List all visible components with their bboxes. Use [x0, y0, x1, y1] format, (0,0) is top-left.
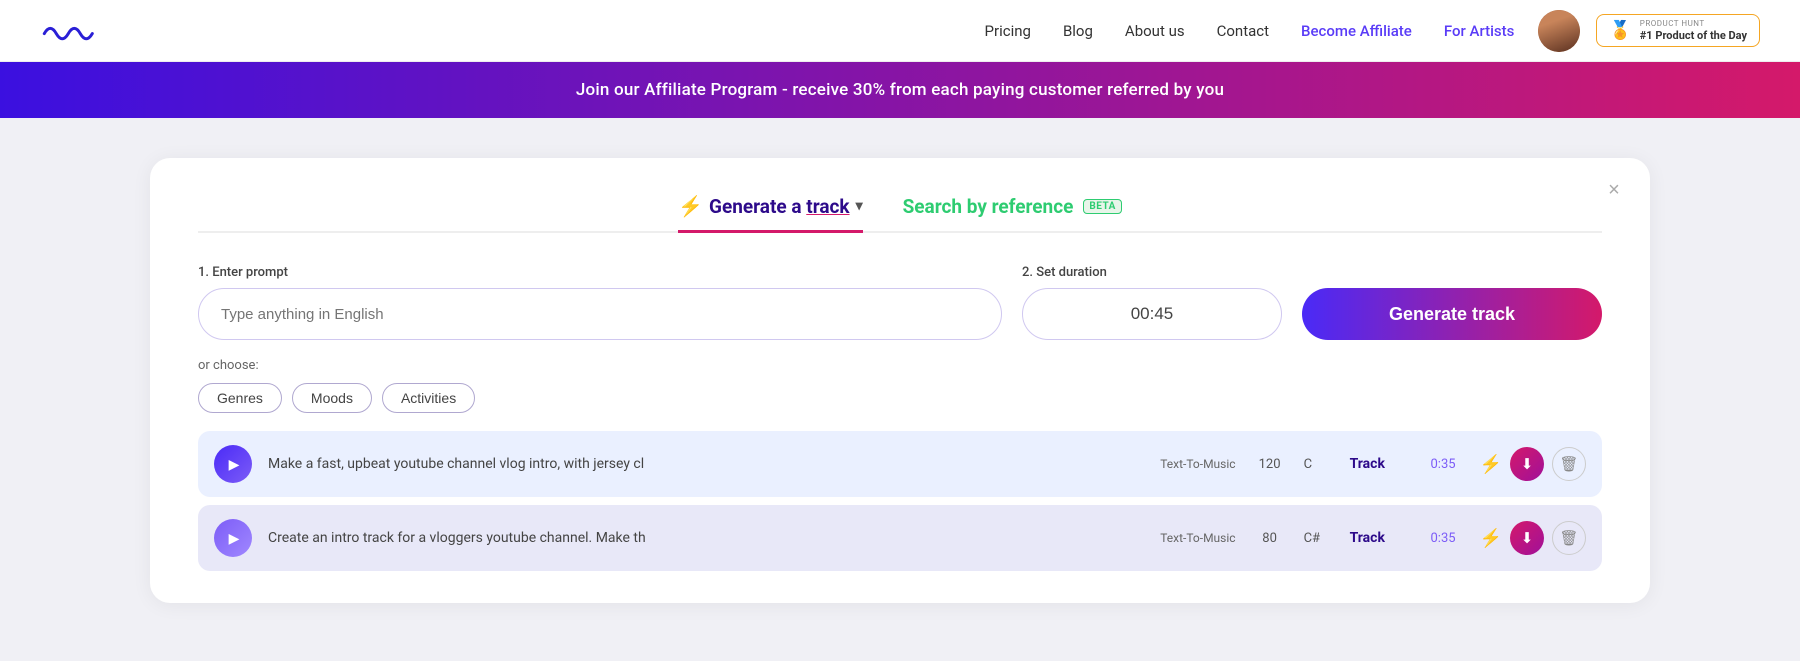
chevron-down-icon: ▾: [856, 198, 863, 214]
prompt-group: 1. Enter prompt: [198, 265, 1002, 340]
track-description-1: Make a fast, upbeat youtube channel vlog…: [268, 456, 1144, 472]
activities-tag-button[interactable]: Activities: [382, 383, 475, 413]
tab-search-text: Search by reference: [903, 195, 1074, 218]
nav-affiliate[interactable]: Become Affiliate: [1301, 22, 1412, 40]
track-duration-2: 0:35: [1416, 531, 1456, 546]
prompt-label: 1. Enter prompt: [198, 265, 1002, 280]
track-duration-1: 0:35: [1416, 457, 1456, 472]
track-type-2: Text-To-Music: [1160, 531, 1235, 545]
bolt-icon: ⚡: [678, 194, 703, 218]
track-label-2: Track: [1350, 530, 1400, 546]
track-list: ▶ Make a fast, upbeat youtube channel vl…: [198, 431, 1602, 571]
track-key-2: C#: [1304, 531, 1334, 546]
close-button[interactable]: ×: [1600, 176, 1628, 204]
play-button-2[interactable]: ▶: [214, 519, 252, 557]
bolt-regenerate-icon-1[interactable]: ⚡: [1480, 454, 1502, 475]
bolt-regenerate-icon-2[interactable]: ⚡: [1480, 528, 1502, 549]
ph-label: PRODUCT HUNT: [1640, 19, 1747, 29]
tab-search[interactable]: Search by reference BETA: [903, 195, 1122, 233]
moods-tag-button[interactable]: Moods: [292, 383, 372, 413]
tag-row: Genres Moods Activities: [198, 383, 1602, 413]
table-row: ▶ Create an intro track for a vloggers y…: [198, 505, 1602, 571]
delete-button-2[interactable]: 🗑: [1552, 521, 1586, 555]
track-label-1: Track: [1350, 456, 1400, 472]
play-icon: ▶: [229, 530, 240, 547]
affiliate-banner[interactable]: Join our Affiliate Program - receive 30%…: [0, 62, 1800, 118]
download-button-2[interactable]: ⬇: [1510, 521, 1544, 555]
duration-input[interactable]: [1022, 288, 1282, 340]
logo-icon: [40, 16, 100, 46]
nav-for-artists[interactable]: For Artists: [1444, 22, 1515, 40]
delete-button-1[interactable]: 🗑: [1552, 447, 1586, 481]
track-key-1: C: [1304, 457, 1334, 472]
nav-about[interactable]: About us: [1125, 22, 1185, 40]
product-hunt-badge[interactable]: 🏅 PRODUCT HUNT #1 Product of the Day: [1596, 14, 1760, 47]
nav-links: Pricing Blog About us Contact Become Aff…: [985, 22, 1515, 40]
tab-generate[interactable]: ⚡ Generate a track ▾: [678, 194, 862, 233]
tabs: ⚡ Generate a track ▾ Search by reference…: [198, 194, 1602, 233]
nav-right: 🏅 PRODUCT HUNT #1 Product of the Day: [1538, 10, 1760, 52]
track-type-1: Text-To-Music: [1160, 457, 1235, 471]
track-actions-1: ⚡ ⬇ 🗑: [1480, 447, 1586, 481]
prompt-input[interactable]: [198, 288, 1002, 340]
track-bpm-1: 120: [1252, 457, 1288, 472]
genres-tag-button[interactable]: Genres: [198, 383, 282, 413]
play-icon: ▶: [229, 456, 240, 473]
nav-contact[interactable]: Contact: [1217, 22, 1269, 40]
card: × ⚡ Generate a track ▾ Search by referen…: [150, 158, 1650, 603]
logo[interactable]: [40, 16, 100, 46]
track-actions-2: ⚡ ⬇ 🗑: [1480, 521, 1586, 555]
form-row: 1. Enter prompt 2. Set duration Generate…: [198, 265, 1602, 340]
banner-text: Join our Affiliate Program - receive 30%…: [576, 80, 1224, 100]
track-bpm-2: 80: [1252, 531, 1288, 546]
beta-badge: BETA: [1083, 199, 1122, 214]
navbar: Pricing Blog About us Contact Become Aff…: [0, 0, 1800, 62]
play-button-1[interactable]: ▶: [214, 445, 252, 483]
avatar[interactable]: [1538, 10, 1580, 52]
track-description-2: Create an intro track for a vloggers you…: [268, 530, 1144, 546]
duration-label: 2. Set duration: [1022, 265, 1282, 280]
download-icon: ⬇: [1521, 455, 1534, 473]
main-content: × ⚡ Generate a track ▾ Search by referen…: [0, 118, 1800, 643]
table-row: ▶ Make a fast, upbeat youtube channel vl…: [198, 431, 1602, 497]
nav-pricing[interactable]: Pricing: [985, 22, 1031, 40]
download-button-1[interactable]: ⬇: [1510, 447, 1544, 481]
tab-generate-text: Generate a track: [709, 195, 850, 218]
download-icon: ⬇: [1521, 529, 1534, 547]
ph-title: #1 Product of the Day: [1640, 29, 1747, 42]
duration-group: 2. Set duration: [1022, 265, 1282, 340]
generate-track-button[interactable]: Generate track: [1302, 288, 1602, 340]
trash-icon: 🗑: [1559, 455, 1578, 473]
nav-blog[interactable]: Blog: [1063, 22, 1093, 40]
trash-icon: 🗑: [1559, 529, 1578, 547]
or-choose-label: or choose:: [198, 358, 1602, 373]
medal-icon: 🏅: [1609, 20, 1631, 41]
